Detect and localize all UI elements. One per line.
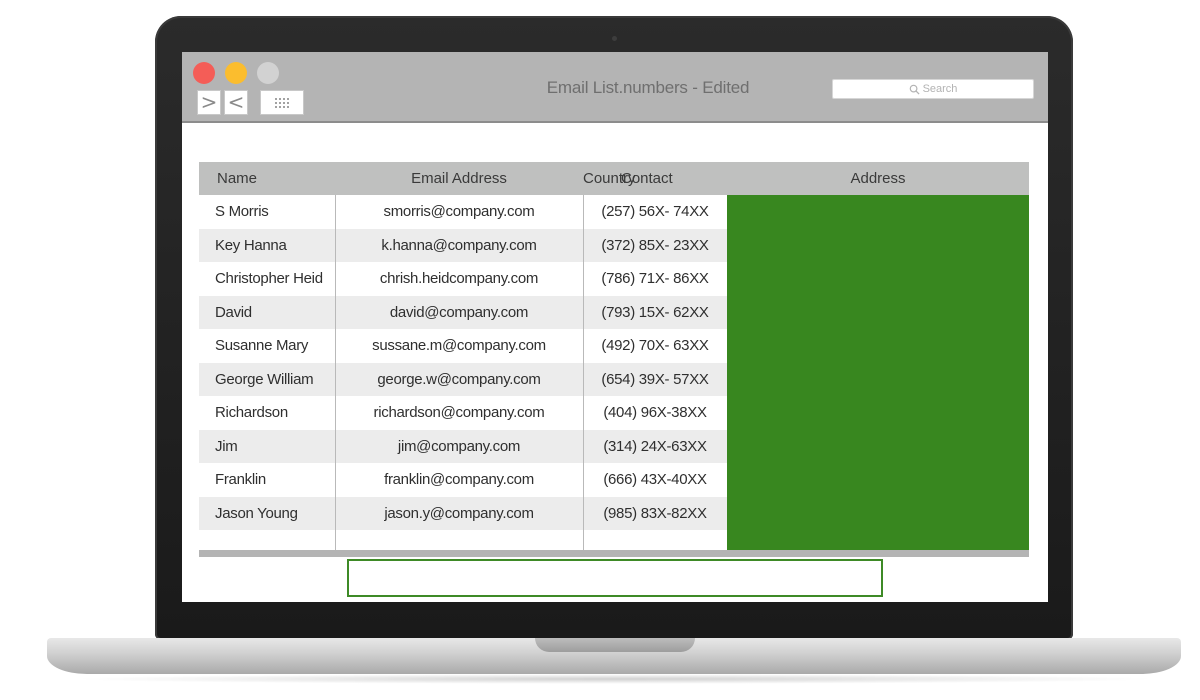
search-placeholder: Search (922, 83, 958, 95)
selection-box[interactable] (347, 559, 883, 597)
cell-contact[interactable]: (314) 24X-63XX (583, 438, 727, 455)
header-address[interactable]: Address (727, 170, 1029, 187)
cell-contact[interactable]: (372) 85X- 23XX (583, 237, 727, 254)
spreadsheet-table: Name Email Address Country Contact Addre… (199, 162, 1029, 557)
cell-contact[interactable]: (786) 71X- 86XX (583, 270, 727, 287)
column-divider (335, 195, 336, 550)
cell-email[interactable]: jason.y@company.com (335, 505, 583, 522)
cell-contact[interactable]: (257) 56X- 74XX (583, 203, 727, 220)
cell-name[interactable]: Richardson (215, 404, 288, 421)
cell-name[interactable]: Franklin (215, 471, 266, 488)
cell-name[interactable]: Susanne Mary (215, 337, 308, 354)
address-column-highlight[interactable] (727, 195, 1029, 550)
minimize-icon[interactable] (225, 62, 247, 84)
back-button[interactable]: < (224, 90, 248, 115)
cell-contact[interactable]: (985) 83X-82XX (583, 505, 727, 522)
cell-email[interactable]: k.hanna@company.com (335, 237, 583, 254)
grid-view-button[interactable] (260, 90, 304, 115)
cell-email[interactable]: chrish.heidcompany.com (335, 270, 583, 287)
cell-name[interactable]: Christopher Heid (215, 270, 323, 287)
cell-email[interactable]: george.w@company.com (335, 371, 583, 388)
laptop-notch (535, 638, 695, 652)
table-body: S Morris smorris@company.com (257) 56X- … (199, 195, 1029, 550)
search-icon (909, 84, 920, 95)
cell-contact[interactable]: (492) 70X- 63XX (583, 337, 727, 354)
cell-email[interactable]: franklin@company.com (335, 471, 583, 488)
laptop-screen: > < Email List.numbers - Edited Search N… (182, 52, 1048, 602)
grid-icon (274, 96, 290, 109)
cell-email[interactable]: richardson@company.com (335, 404, 583, 421)
close-icon[interactable] (193, 62, 215, 84)
cell-contact[interactable]: (666) 43X-40XX (583, 471, 727, 488)
table-footer-bar (199, 550, 1029, 557)
column-divider (583, 195, 584, 550)
cell-email[interactable]: smorris@company.com (335, 203, 583, 220)
window-title: Email List.numbers - Edited (546, 78, 750, 97)
header-email[interactable]: Email Address (335, 170, 583, 187)
cell-contact[interactable]: (793) 15X- 62XX (583, 304, 727, 321)
camera-icon (612, 36, 617, 41)
laptop-shadow (70, 674, 1160, 684)
cell-name[interactable]: Jim (215, 438, 238, 455)
cell-name[interactable]: S Morris (215, 203, 269, 220)
cell-name[interactable]: Key Hanna (215, 237, 287, 254)
cell-name[interactable]: George William (215, 371, 314, 388)
cell-email[interactable]: jim@company.com (335, 438, 583, 455)
forward-button[interactable]: > (197, 90, 221, 115)
cell-contact[interactable]: (654) 39X- 57XX (583, 371, 727, 388)
cell-name[interactable]: David (215, 304, 252, 321)
cell-name[interactable]: Jason Young (215, 505, 298, 522)
search-input[interactable]: Search (832, 79, 1034, 99)
table-header: Name Email Address Country Contact Addre… (199, 162, 1029, 195)
cell-email[interactable]: david@company.com (335, 304, 583, 321)
cell-contact[interactable]: (404) 96X-38XX (583, 404, 727, 421)
cell-email[interactable]: sussane.m@company.com (335, 337, 583, 354)
header-contact[interactable]: Contact (621, 170, 673, 187)
zoom-icon[interactable] (257, 62, 279, 84)
header-name[interactable]: Name (217, 170, 257, 187)
window-titlebar: > < Email List.numbers - Edited Search (182, 52, 1048, 123)
